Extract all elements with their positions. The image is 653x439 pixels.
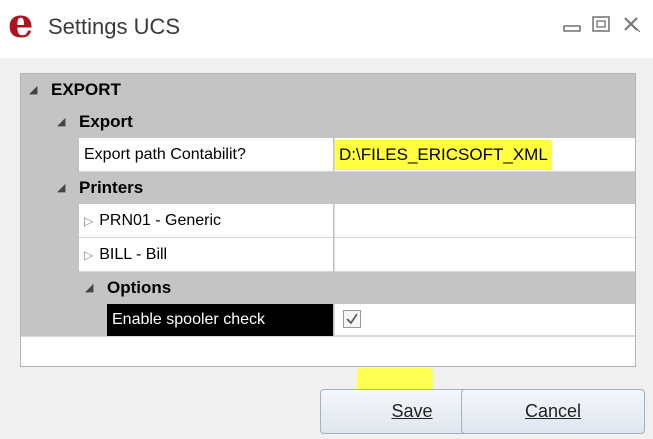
category-export[interactable]: ◢ EXPORT (21, 74, 635, 106)
property-value[interactable] (334, 204, 635, 238)
printer-label: BILL - Bill (99, 246, 168, 263)
property-row-export-path: Export path Contabilit? D:\FILES_ERICSOF… (21, 138, 635, 172)
collapsed-arrow-icon[interactable]: ▷ (84, 214, 93, 228)
category-label: EXPORT (51, 80, 121, 99)
category-label: Options (107, 278, 172, 297)
printer-item[interactable]: ▷ PRN01 - Generic (79, 204, 333, 238)
property-row-spooler: Enable spooler check (21, 304, 635, 336)
subcategory-options[interactable]: ◢ Options (21, 272, 635, 304)
minimize-icon[interactable] (560, 12, 584, 36)
property-value[interactable] (334, 238, 635, 272)
property-row-printer: ▷ BILL - Bill (21, 238, 635, 272)
title-bar: e Settings UCS (0, 0, 653, 58)
expand-arrow-icon[interactable]: ◢ (29, 74, 37, 106)
property-name-selected[interactable]: Enable spooler check (107, 304, 333, 336)
expand-arrow-icon[interactable]: ◢ (57, 172, 65, 204)
dialog-body: ◢ EXPORT ◢ Export Export path Contabilit… (0, 58, 653, 439)
property-grid: ◢ EXPORT ◢ Export Export path Contabilit… (20, 73, 636, 367)
collapsed-arrow-icon[interactable]: ▷ (84, 248, 93, 262)
window-title: Settings UCS (48, 14, 181, 39)
property-value-spooler (334, 304, 635, 336)
category-label: Export (79, 112, 133, 131)
category-label: Printers (79, 178, 144, 197)
printer-label: PRN01 - Generic (99, 212, 222, 229)
maximize-icon[interactable] (589, 12, 613, 36)
cancel-button[interactable]: Cancel (461, 389, 645, 434)
property-value-export-path[interactable]: D:\FILES_ERICSOFT_XML (334, 138, 635, 172)
expand-arrow-icon[interactable]: ◢ (57, 106, 65, 138)
cancel-button-label: Cancel (524, 401, 582, 421)
close-icon[interactable] (620, 12, 644, 36)
export-path-value[interactable]: D:\FILES_ERICSOFT_XML (335, 140, 552, 170)
app-logo-icon: e (8, 0, 34, 47)
save-button-label: Save (391, 401, 433, 421)
spooler-checkbox[interactable] (343, 310, 361, 328)
subcategory-export[interactable]: ◢ Export (21, 106, 635, 138)
empty-row (21, 336, 635, 357)
expand-arrow-icon[interactable]: ◢ (85, 272, 93, 304)
subcategory-printers[interactable]: ◢ Printers (21, 172, 635, 204)
property-row-printer: ▷ PRN01 - Generic (21, 204, 635, 238)
property-name[interactable]: Export path Contabilit? (79, 138, 333, 172)
printer-item[interactable]: ▷ BILL - Bill (79, 238, 333, 272)
